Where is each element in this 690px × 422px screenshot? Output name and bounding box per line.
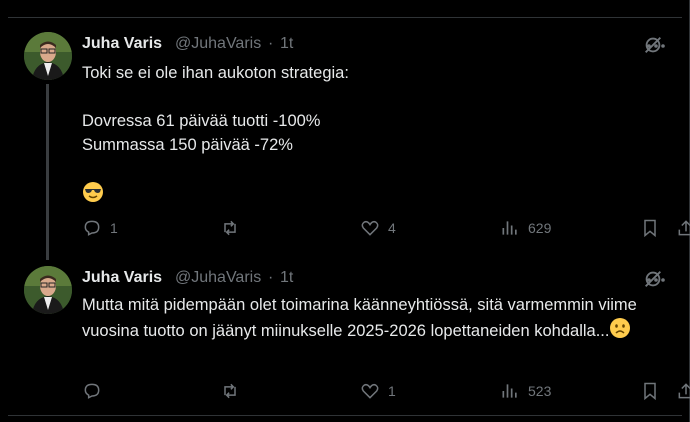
repost-button[interactable] (220, 381, 248, 401)
views-button[interactable]: 629 (500, 218, 551, 238)
tweet-text: Toki se ei ole ihan aukoton strategia: D… (82, 61, 672, 210)
repost-icon (224, 220, 236, 236)
frowning-emoji-icon (609, 317, 631, 346)
avatar-photo (24, 266, 72, 314)
repost-icon (224, 383, 236, 399)
tweet-text-content: Toki se ei ole ihan aukoton strategia: D… (82, 64, 349, 154)
like-count: 4 (388, 220, 396, 236)
reply-count: 1 (110, 220, 118, 236)
more-icon[interactable] (646, 36, 666, 56)
more-icon[interactable] (646, 270, 666, 290)
thread-line (46, 84, 49, 260)
author-handle[interactable]: @JuhaVaris (175, 35, 261, 53)
reply-button[interactable] (82, 381, 110, 401)
avatar-photo (24, 32, 72, 80)
views-icon (502, 221, 517, 235)
meta-dot: · (268, 35, 274, 52)
heart-icon (361, 220, 379, 236)
reply-icon (84, 220, 100, 236)
reply-icon (84, 383, 100, 399)
views-button[interactable]: 523 (500, 381, 551, 401)
bookmark-icon[interactable] (640, 381, 660, 401)
bookmark-icon[interactable] (640, 218, 660, 238)
avatar[interactable] (24, 266, 72, 314)
timestamp[interactable]: 1t (280, 269, 293, 287)
tweet-2[interactable]: Juha Varis @JuhaVaris · 1t Mutta mitä pi… (0, 260, 690, 415)
share-icon[interactable] (676, 381, 690, 401)
tweet-text-content: Mutta mitä pidempään olet toimarina kään… (82, 296, 642, 340)
repost-button[interactable] (220, 218, 248, 238)
heart-icon (361, 383, 379, 399)
meta-dot: · (268, 269, 274, 286)
tweet-1[interactable]: Juha Varis @JuhaVaris · 1t Toki se ei ol… (0, 0, 690, 260)
bottom-divider (8, 415, 682, 416)
share-icon[interactable] (676, 218, 690, 238)
sunglasses-emoji-icon (82, 181, 104, 210)
tweet-text: Mutta mitä pidempään olet toimarina kään… (82, 293, 672, 346)
reply-button[interactable]: 1 (82, 218, 118, 238)
like-button[interactable]: 4 (360, 218, 396, 238)
author-handle[interactable]: @JuhaVaris (175, 269, 261, 287)
views-count: 629 (528, 220, 552, 236)
views-count: 523 (528, 383, 552, 399)
views-icon (502, 384, 517, 398)
like-button[interactable]: 1 (360, 381, 396, 401)
author-name[interactable]: Juha Varis (82, 35, 162, 53)
like-count: 1 (388, 383, 396, 399)
timestamp[interactable]: 1t (280, 35, 293, 53)
avatar[interactable] (24, 32, 72, 80)
author-name[interactable]: Juha Varis (82, 269, 162, 287)
